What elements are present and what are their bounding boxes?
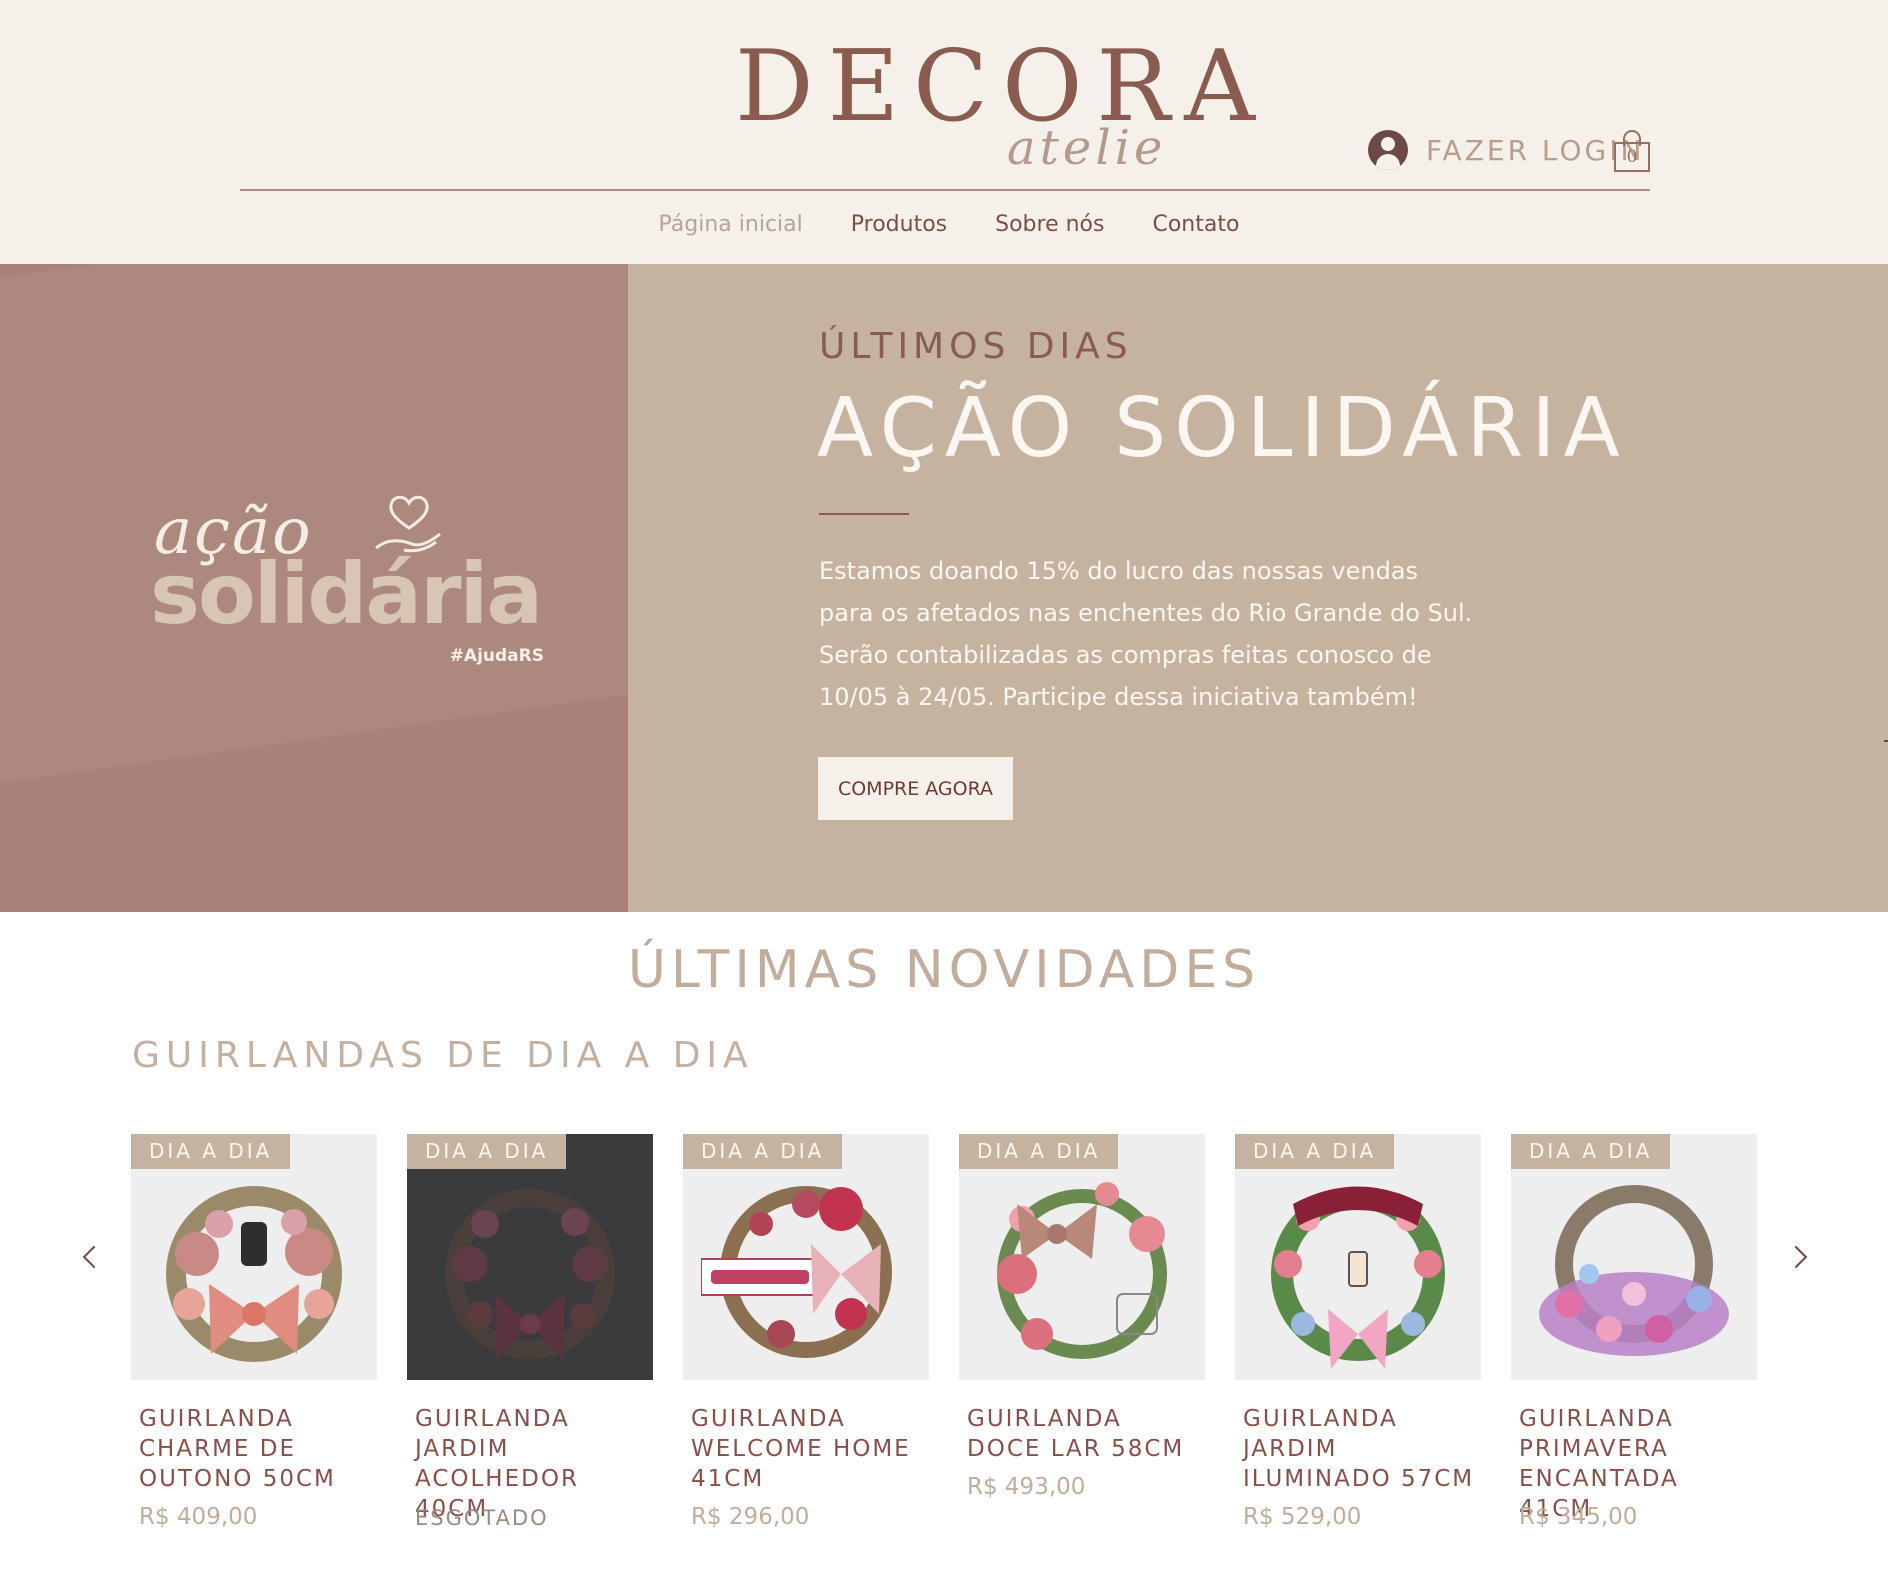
product-price: R$ 345,00	[1519, 1504, 1638, 1530]
hero-kicker: ÚLTIMOS DIAS	[819, 326, 1133, 367]
product-price: R$ 493,00	[967, 1474, 1086, 1500]
chevron-left-icon	[82, 1245, 106, 1269]
product-tag: DIA A DIA	[683, 1134, 843, 1169]
avatar-icon	[1368, 130, 1408, 170]
hero-title: AÇÃO SOLIDÁRIA	[817, 381, 1628, 476]
header-divider	[240, 189, 1650, 191]
product-price: R$ 296,00	[691, 1504, 810, 1530]
hero-line: Serão contabilizadas as compras feitas c…	[819, 641, 1432, 669]
product-name[interactable]: GUIRLANDA JARDIM ILUMINADO 57CM	[1243, 1404, 1481, 1494]
product-price: R$ 409,00	[139, 1504, 258, 1530]
brand-name: DECORA	[735, 30, 1269, 144]
product-tag: DIA A DIA	[407, 1134, 567, 1169]
product-card[interactable]: DIA A DIA GUIRLANDA DOCE LAR 58CM R$ 493…	[959, 1134, 1205, 1574]
nav-item-products[interactable]: Produtos	[849, 210, 949, 239]
wreath-image	[166, 1186, 342, 1362]
carousel-prev-button[interactable]	[80, 1245, 106, 1269]
product-tag: DIA A DIA	[1235, 1134, 1395, 1169]
cart-count: 0	[1614, 142, 1650, 172]
product-card[interactable]: DIA A DIA GUIRLANDA WELCOME HOME 41CM R$…	[683, 1134, 929, 1574]
shop-now-button[interactable]: COMPRE AGORA	[818, 757, 1013, 820]
login-button[interactable]: FAZER LOGIN	[1368, 128, 1644, 172]
chevron-right-icon	[1784, 1245, 1808, 1269]
edge-marker	[1884, 740, 1888, 742]
product-carousel: DIA A DIA GUIRLANDA CHARME DE OUTONO 50C…	[131, 1134, 1757, 1574]
product-tag: DIA A DIA	[959, 1134, 1119, 1169]
hero-line: Estamos doando 15% do lucro das nossas v…	[819, 557, 1419, 585]
main-nav: Página inicial Produtos Sobre nós Contat…	[0, 210, 1888, 239]
sold-out-label: ESGOTADO	[415, 1506, 549, 1530]
wreath-image	[701, 1186, 892, 1358]
nav-item-about[interactable]: Sobre nós	[993, 210, 1106, 239]
acao-solidaria-badge: ação solidária #AjudaRS	[150, 490, 550, 680]
product-tag: DIA A DIA	[131, 1134, 291, 1169]
product-image[interactable]: DIA A DIA	[131, 1134, 377, 1380]
badge-bold-text: solidária	[150, 545, 543, 643]
nav-item-contact[interactable]: Contato	[1150, 210, 1241, 239]
product-card[interactable]: DIA A DIA GUIRLANDA JARDIM ACOLHEDOR 40C…	[407, 1134, 653, 1574]
product-image[interactable]: DIA A DIA	[683, 1134, 929, 1380]
hero-description: Estamos doando 15% do lucro das nossas v…	[819, 550, 1579, 718]
product-price: R$ 529,00	[1243, 1504, 1362, 1530]
brand-logo[interactable]: DECORA atelie	[735, 38, 1255, 188]
product-name[interactable]: GUIRLANDA DOCE LAR 58CM	[967, 1404, 1205, 1464]
site-header: DECORA atelie FAZER LOGIN 0 Página inici…	[0, 0, 1888, 264]
nav-item-home[interactable]: Página inicial	[657, 210, 805, 239]
product-image[interactable]: DIA A DIA	[1511, 1134, 1757, 1380]
wreath-image	[1539, 1185, 1729, 1356]
product-name[interactable]: GUIRLANDA WELCOME HOME 41CM	[691, 1404, 929, 1494]
product-image[interactable]: DIA A DIA	[407, 1134, 653, 1380]
hero-line: para os afetados nas enchentes do Rio Gr…	[819, 599, 1473, 627]
wreath-image	[1271, 1186, 1445, 1369]
wreath-image	[997, 1182, 1167, 1359]
badge-hashtag: #AjudaRS	[449, 646, 544, 666]
product-name[interactable]: GUIRLANDA CHARME DE OUTONO 50CM	[139, 1404, 377, 1494]
product-card[interactable]: DIA A DIA GUIRLANDA JARDIM ILUMINADO 57C…	[1235, 1134, 1481, 1574]
product-card[interactable]: DIA A DIA GUIRLANDA CHARME DE OUTONO 50C…	[131, 1134, 377, 1574]
section-title: ÚLTIMAS NOVIDADES	[627, 940, 1261, 1000]
cart-button[interactable]: 0	[1614, 130, 1650, 172]
product-card[interactable]: DIA A DIA GUIRLANDA PRIMAVERA ENCANTADA …	[1511, 1134, 1757, 1574]
wreath-image	[445, 1189, 615, 1359]
carousel-next-button[interactable]	[1784, 1245, 1812, 1269]
product-image[interactable]: DIA A DIA	[1235, 1134, 1481, 1380]
product-tag: DIA A DIA	[1511, 1134, 1671, 1169]
hero-line: 10/05 à 24/05. Participe dessa iniciativ…	[819, 683, 1418, 711]
collection-title: GUIRLANDAS DE DIA A DIA	[132, 1035, 754, 1076]
brand-script: atelie	[1007, 120, 1167, 176]
hero-divider	[819, 513, 909, 515]
login-label: FAZER LOGIN	[1426, 133, 1645, 167]
product-image[interactable]: DIA A DIA	[959, 1134, 1205, 1380]
